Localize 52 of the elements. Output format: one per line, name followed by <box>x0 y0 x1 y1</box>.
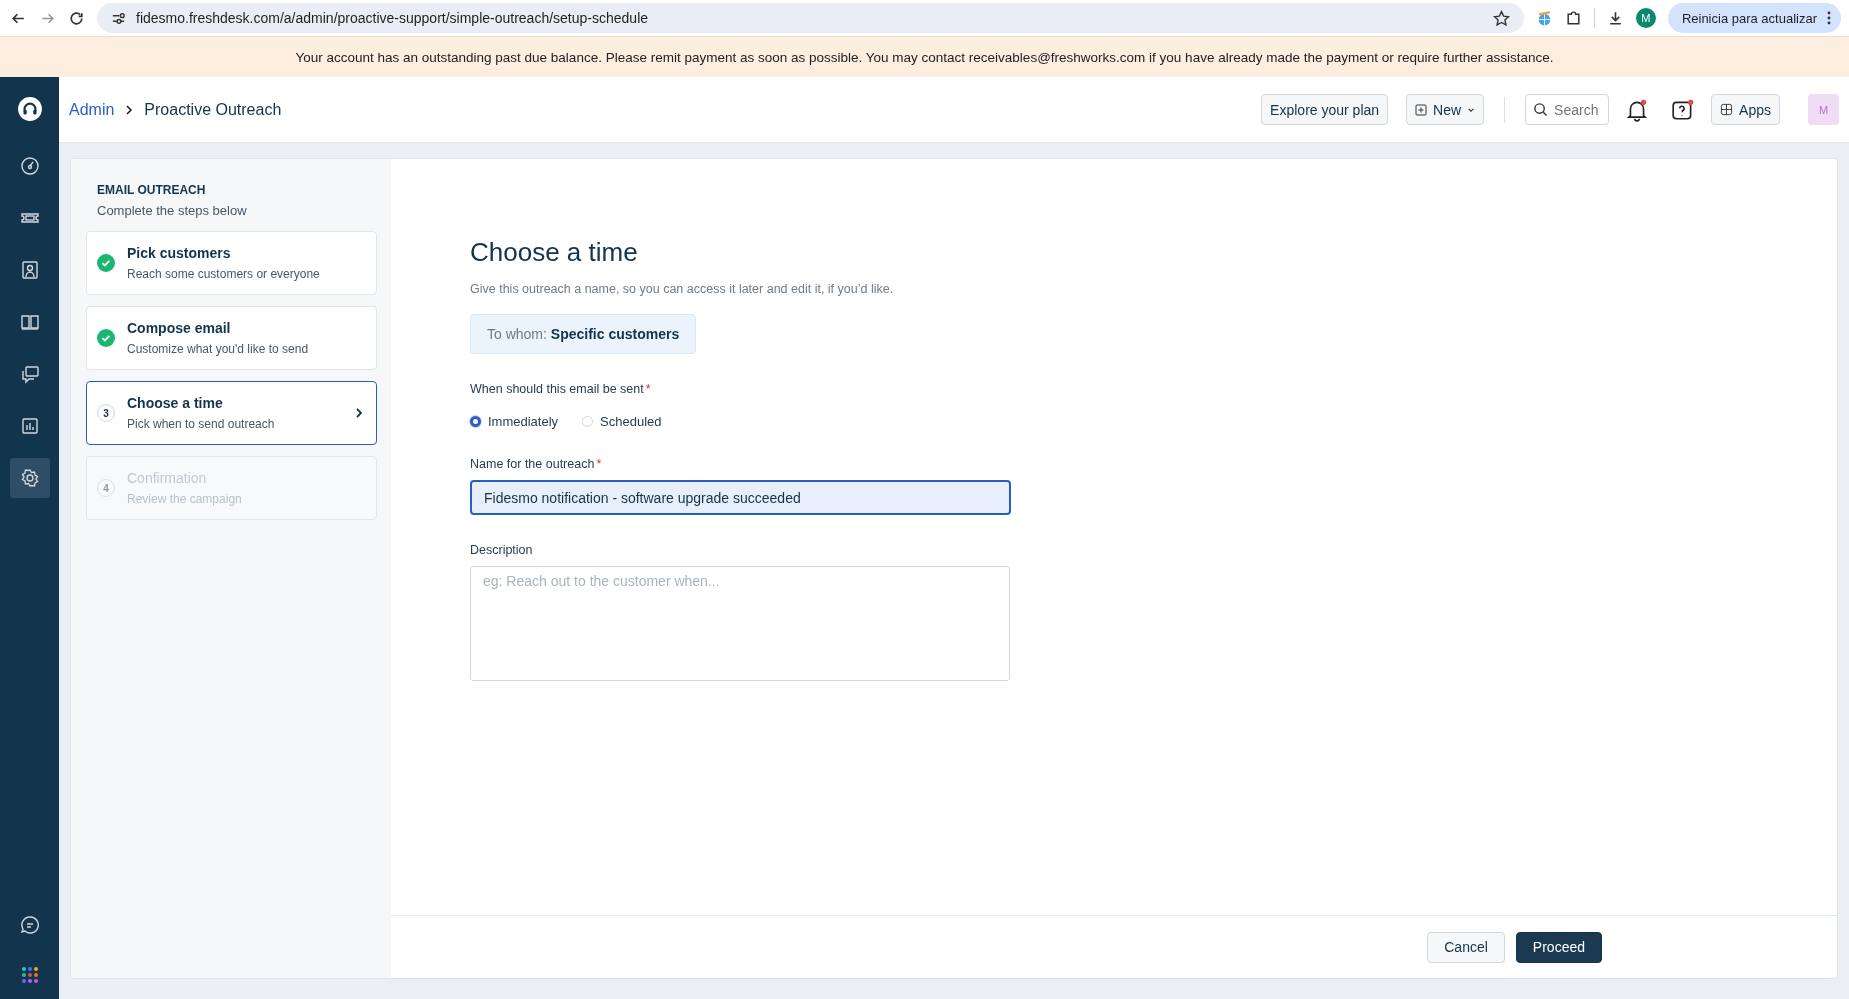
search-field[interactable]: Search <box>1525 94 1610 125</box>
step-description: Review the campaign <box>127 492 243 506</box>
notification-bell-icon[interactable] <box>1625 97 1650 122</box>
form-title: Choose a time <box>470 237 639 268</box>
app-grid-icon[interactable] <box>19 965 40 985</box>
update-button[interactable]: Reinicia para actualizar <box>1667 3 1841 33</box>
new-button[interactable]: New <box>1406 94 1485 125</box>
apps-button[interactable]: Apps <box>1711 94 1780 125</box>
step-title: Compose email <box>127 320 232 336</box>
field-label: When should this email be sent * <box>470 382 652 396</box>
radio-option[interactable]: Scheduled <box>582 414 662 429</box>
radio-option[interactable]: Immediately <box>470 414 559 429</box>
chevron-right-icon <box>354 408 364 418</box>
reload-icon[interactable] <box>68 9 85 27</box>
chevron-right-icon <box>124 104 135 115</box>
step-title: Pick customers <box>127 245 232 261</box>
recipient-summary: To whom: Specific customers <box>470 314 697 354</box>
check-circle-icon <box>97 254 115 272</box>
step-card[interactable]: 3 Choose a time Pick when to send outreach <box>86 381 377 445</box>
steps-heading: EMAIL OUTREACH <box>97 183 207 197</box>
description-field[interactable]: eg: Reach out to the customer when... <box>470 566 1010 681</box>
steps-subtitle: Complete the steps below <box>97 203 248 218</box>
step-card[interactable]: Pick customers Reach some customers or everyone <box>86 231 377 295</box>
profile-avatar[interactable]: M <box>1635 8 1656 28</box>
step-description: Reach some customers or everyone <box>127 267 321 281</box>
step-description: Pick when to send outreach <box>127 417 276 431</box>
plus-square-icon <box>1415 103 1428 116</box>
step-description: Customize what you'd like to send <box>127 342 310 356</box>
step-card[interactable]: Compose email Customize what you'd like to send <box>86 306 377 370</box>
headset-logo-icon[interactable] <box>16 96 43 124</box>
page-title: Proactive Outreach <box>144 100 282 119</box>
proceed-button[interactable]: Proceed <box>1515 931 1602 963</box>
chat-bubble-icon[interactable] <box>19 915 40 935</box>
explore-plan-button[interactable]: Explore your plan <box>1261 94 1389 125</box>
breadcrumb-link[interactable]: Admin <box>69 100 115 119</box>
field-label: Name for the outreach * <box>470 457 603 471</box>
field-label: Description <box>470 543 534 557</box>
help-icon[interactable] <box>1671 97 1696 122</box>
star-icon[interactable] <box>1492 9 1510 27</box>
site-settings-icon <box>111 10 126 26</box>
extensions-icon[interactable] <box>1564 9 1582 27</box>
step-title: Choose a time <box>127 395 224 411</box>
form-description: Give this outreach a name, so you can access it later and edit it, if you’d like. <box>470 282 895 296</box>
banner-text: Your account has an outstanding past due balance. Please remit payment as soon as possible. You may contact receivables@freshworks.com if you have already made the payment or require further assistance. <box>295 49 1554 65</box>
check-circle-icon <box>97 329 115 347</box>
url-text: fidesmo.freshdesk.com/a/admin/proactive-support/simple-outreach/setup-schedule <box>136 10 650 26</box>
outreach-name-field[interactable]: Fidesmo notification - software upgrade succeeded <box>470 480 1011 515</box>
apps-icon <box>1720 103 1734 116</box>
address-bar[interactable]: fidesmo.freshdesk.com/a/admin/proactive-support/simple-outreach/setup-schedule <box>97 3 1524 33</box>
settings-icon[interactable] <box>9 458 50 498</box>
more-icon <box>1827 11 1831 25</box>
cancel-button[interactable]: Cancel <box>1427 931 1505 963</box>
